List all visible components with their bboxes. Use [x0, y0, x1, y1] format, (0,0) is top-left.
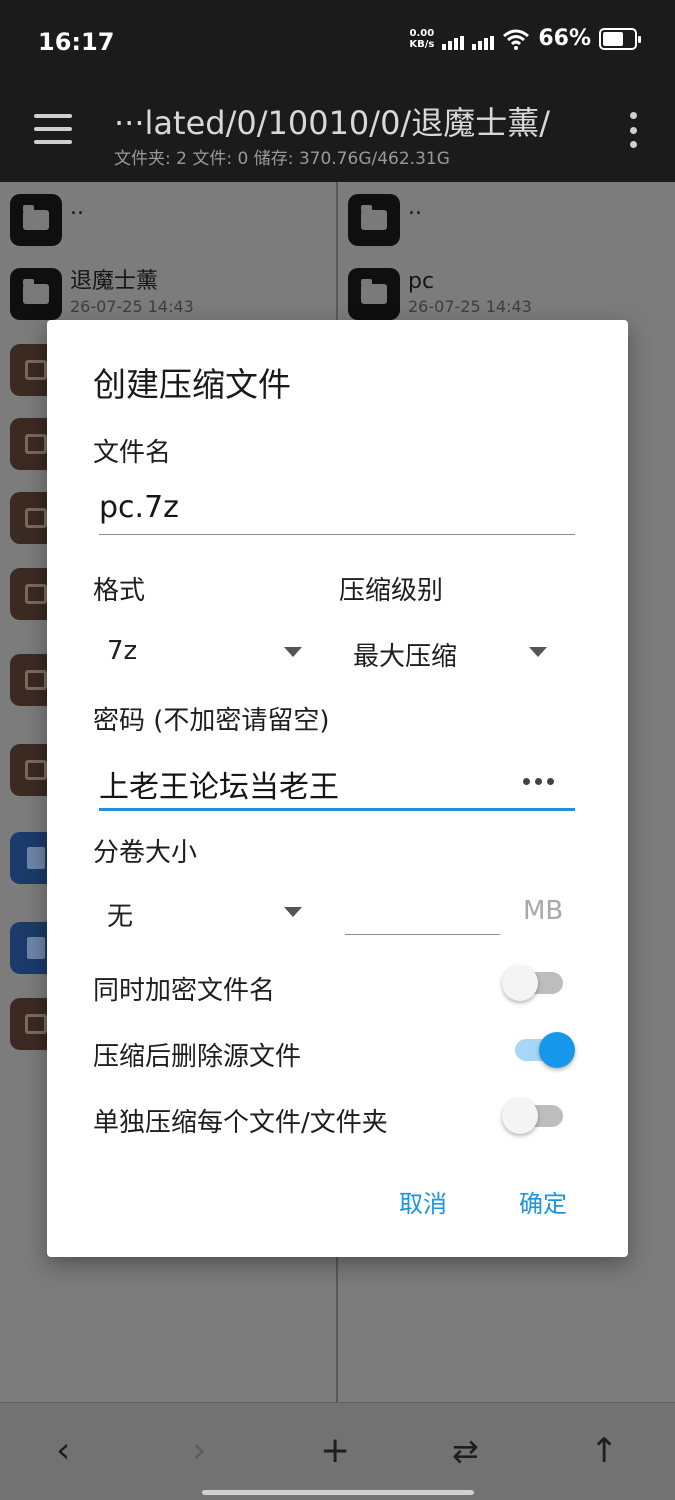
- folder-icon: [348, 268, 400, 320]
- swap-icon[interactable]: ⇄: [452, 1431, 479, 1471]
- path-summary: 文件夹: 2 文件: 0 储存: 370.76G/462.31G: [114, 149, 450, 169]
- password-input[interactable]: 上老王论坛当老王: [99, 762, 339, 806]
- status-bar: 16:17 0.00 KB/s 5G 5G 66%: [0, 0, 675, 84]
- list-item[interactable]: ..: [10, 194, 84, 246]
- bottom-toolbar: ‹ › + ⇄ ↑: [0, 1402, 675, 1500]
- create-archive-dialog: 创建压缩文件 文件名 pc.7z 格式 压缩级别 7z 最大压缩 密码 (不加密…: [47, 320, 628, 1257]
- up-arrow-icon[interactable]: ↑: [590, 1431, 619, 1471]
- app-bar: ···lated/0/10010/0/退魔士薰/ 文件夹: 2 文件: 0 储存…: [0, 84, 675, 182]
- home-indicator: [202, 1490, 474, 1495]
- menu-icon[interactable]: [34, 114, 72, 144]
- status-icons: 0.00 KB/s 5G 5G 66%: [409, 26, 641, 51]
- battery-icon: [599, 27, 641, 50]
- add-icon[interactable]: +: [320, 1431, 350, 1471]
- folder-icon: [10, 268, 62, 320]
- list-item[interactable]: 退魔士薰 26-07-25 14:43: [10, 268, 194, 320]
- chevron-down-icon[interactable]: [284, 647, 302, 657]
- dialog-title: 创建压缩文件: [93, 365, 291, 404]
- folder-icon: [10, 194, 62, 246]
- level-label: 压缩级别: [339, 576, 444, 606]
- net-speed: 0.00 KB/s: [409, 27, 435, 50]
- chevron-down-icon[interactable]: [529, 647, 547, 657]
- folder-icon: [348, 194, 400, 246]
- more-dots-icon[interactable]: [523, 778, 554, 785]
- confirm-button[interactable]: 确定: [519, 1184, 567, 1219]
- back-icon[interactable]: ‹: [56, 1431, 70, 1471]
- status-time: 16:17: [38, 28, 115, 56]
- signal-icon-2: 5G: [472, 28, 495, 50]
- filename-label: 文件名: [93, 438, 172, 468]
- filename-input[interactable]: pc.7z: [99, 490, 179, 525]
- battery-percent: 66%: [538, 26, 591, 51]
- chevron-down-icon[interactable]: [284, 907, 302, 917]
- list-item[interactable]: pc 26-07-25 14:43: [348, 268, 532, 320]
- more-options-icon[interactable]: [629, 112, 637, 148]
- split-size-select[interactable]: 无: [107, 896, 133, 933]
- password-label: 密码 (不加密请留空): [93, 706, 330, 736]
- cancel-button[interactable]: 取消: [399, 1184, 447, 1219]
- list-item[interactable]: ..: [348, 194, 422, 246]
- forward-icon[interactable]: ›: [192, 1431, 206, 1471]
- current-path: ···lated/0/10010/0/退魔士薰/: [114, 104, 550, 142]
- signal-icon: 5G: [442, 28, 465, 50]
- format-label: 格式: [93, 576, 146, 606]
- split-size-label: 分卷大小: [93, 838, 198, 868]
- encrypt-filenames-label: 同时加密文件名: [93, 976, 276, 1006]
- split-size-unit: MB: [523, 896, 564, 926]
- format-select[interactable]: 7z: [107, 636, 137, 666]
- level-select[interactable]: 最大压缩: [353, 636, 457, 673]
- wifi-icon: [503, 29, 530, 50]
- split-size-input[interactable]: [345, 890, 500, 934]
- compress-separately-label: 单独压缩每个文件/文件夹: [93, 1108, 388, 1138]
- delete-source-label: 压缩后删除源文件: [93, 1042, 302, 1072]
